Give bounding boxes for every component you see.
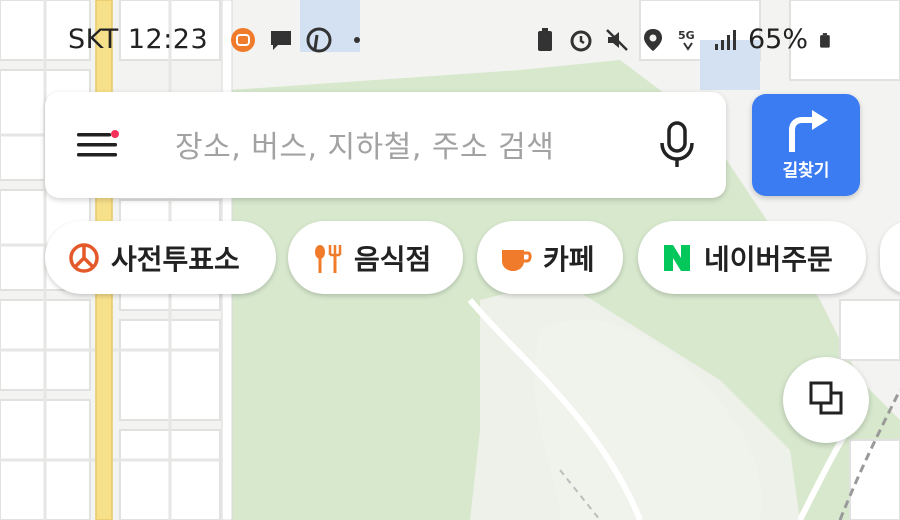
battery-percent: 65% <box>747 24 808 55</box>
restaurant-icon <box>315 244 342 273</box>
ballot-icon <box>69 242 99 273</box>
chip-label: 사전투표소 <box>111 242 240 276</box>
alarm-icon <box>570 30 592 51</box>
chip-early-voting[interactable]: 사전투표소 <box>45 221 276 294</box>
battery-icon <box>820 32 830 48</box>
chat-bubble-icon <box>271 31 291 50</box>
carrier-name: SKT <box>68 24 119 55</box>
status-bar: SKT 12:23 5G 65% <box>0 18 900 64</box>
mi-app-icon <box>231 28 255 52</box>
status-carrier-time: SKT 12:23 <box>68 24 208 55</box>
chip-label: 카페 <box>543 242 595 276</box>
clock: 12:23 <box>127 24 209 55</box>
cell-signal-icon <box>714 29 736 50</box>
more-dot-icon <box>354 37 360 43</box>
search-input[interactable]: 장소, 버스, 지하철, 주소 검색 <box>175 122 554 166</box>
mute-icon <box>606 28 628 51</box>
chip-label: 네이버주문 <box>704 242 833 276</box>
location-icon <box>643 28 662 51</box>
chip-naver-order[interactable]: 네이버주문 <box>638 221 866 294</box>
system-icons: 5G 65% <box>532 24 836 55</box>
naver-n-icon <box>664 244 690 271</box>
chip-cafe[interactable]: 카페 <box>477 221 623 294</box>
search-bar[interactable]: 장소, 버스, 지하철, 주소 검색 <box>45 92 726 198</box>
notification-icons <box>230 27 370 53</box>
cafe-icon <box>502 249 532 271</box>
turn-right-arrow-icon <box>789 110 828 152</box>
directions-button[interactable]: 길찾기 <box>752 94 860 196</box>
battery-saver-icon <box>537 27 552 51</box>
pinterest-icon <box>306 27 332 53</box>
directions-label: 길찾기 <box>782 161 830 181</box>
chip-restaurant[interactable]: 음식점 <box>288 221 463 294</box>
layers-icon <box>809 381 843 415</box>
microphone-icon[interactable] <box>657 119 697 171</box>
network-type: 5G <box>678 29 695 42</box>
map-layers-button[interactable] <box>783 357 869 443</box>
menu-icon[interactable] <box>75 129 119 161</box>
chip-label: 음식점 <box>354 242 432 276</box>
5g-signal-icon: 5G <box>678 29 695 51</box>
